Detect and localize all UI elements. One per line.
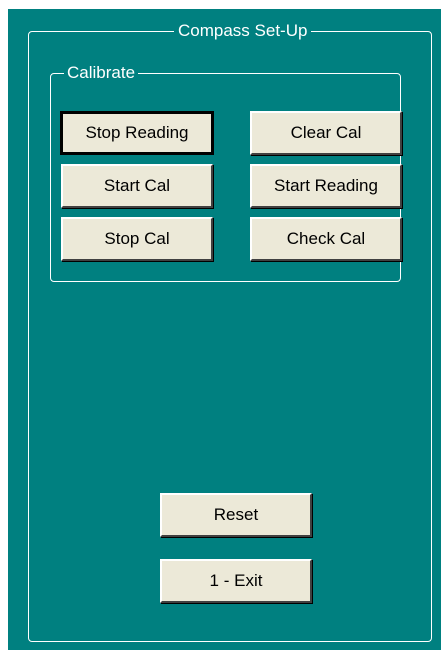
- start-cal-button[interactable]: Start Cal: [61, 164, 213, 208]
- reset-button[interactable]: Reset: [160, 493, 312, 537]
- stop-cal-button[interactable]: Stop Cal: [61, 217, 213, 261]
- start-reading-button[interactable]: Start Reading: [250, 164, 402, 208]
- clear-cal-button[interactable]: Clear Cal: [250, 111, 402, 155]
- stop-reading-button[interactable]: Stop Reading: [60, 111, 214, 155]
- dialog-window: Compass Set-Up Calibrate Stop Reading Cl…: [8, 9, 441, 650]
- compass-setup-title: Compass Set-Up: [174, 21, 312, 41]
- exit-button[interactable]: 1 - Exit: [160, 559, 312, 603]
- check-cal-button[interactable]: Check Cal: [250, 217, 402, 261]
- calibrate-title: Calibrate: [64, 63, 139, 83]
